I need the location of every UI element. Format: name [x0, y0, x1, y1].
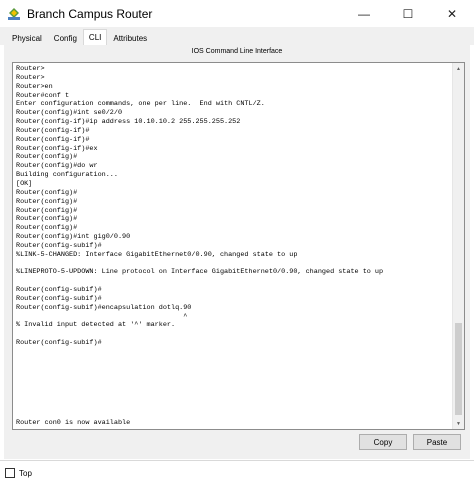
console-line: Router(config)#int se0/2/0 — [16, 109, 123, 118]
scroll-thumb[interactable] — [455, 323, 462, 415]
console-status-line: Router con0 is now available — [16, 419, 131, 427]
window-title: Branch Campus Router — [27, 6, 153, 21]
console-line: Router(config-if)# — [16, 126, 90, 135]
panel-title: IOS Command Line Interface — [191, 48, 283, 55]
console-line: Router(config)#int gig0/0.90 — [16, 233, 131, 242]
console-line: [OK] — [16, 179, 33, 188]
console-line: Router(config)# — [16, 197, 78, 206]
router-app-icon — [6, 6, 22, 22]
console-line: Router(config-if)#ip address 10.10.10.2 … — [16, 118, 241, 127]
console-line: Router(config)# — [16, 215, 78, 224]
console-line: Router#conf t — [16, 91, 70, 100]
console-line: Router> — [16, 73, 45, 82]
console-output: Router> Router> Router>en Router#conf t Ente… — [16, 65, 448, 348]
maximize-icon: ☐ — [402, 6, 414, 21]
console-line: Router(config-if)#ex — [16, 144, 98, 153]
cli-panel: IOS Command Line Interface Router> Router… — [4, 45, 470, 459]
console-line: Router(config)# — [16, 188, 78, 197]
console-line: Router(config-subif)# — [16, 294, 102, 303]
console-line: Router(config-subif)# — [16, 286, 102, 295]
tab-attributes[interactable]: Attributes — [107, 31, 154, 45]
console-line: Router(config)# — [16, 224, 78, 233]
console-line: Router> — [16, 65, 45, 73]
close-button[interactable]: ✕ — [430, 0, 474, 27]
copy-button[interactable]: Copy — [359, 434, 407, 450]
top-option[interactable]: Top — [5, 468, 32, 478]
console-line: Router(config)# — [16, 153, 78, 162]
title-bar: Branch Campus Router — ☐ ✕ — [0, 0, 474, 27]
console-line: Router(config)#do wr — [16, 162, 98, 171]
console-line: %LINEPROTO-5-UPDOWN: Line protocol on In… — [16, 268, 384, 277]
console-line: Router(config-if)# — [16, 135, 90, 144]
minimize-icon: — — [358, 6, 370, 21]
console-line: Router(config-subif)#encapsulation dotlq… — [16, 303, 192, 312]
tab-physical[interactable]: Physical — [6, 31, 48, 45]
console-line: % Invalid input detected at '^' marker. — [16, 321, 176, 330]
minimize-button[interactable]: — — [342, 0, 386, 27]
footer-divider — [0, 460, 474, 461]
tab-cli[interactable]: CLI — [82, 29, 108, 45]
top-checkbox[interactable] — [5, 468, 15, 478]
console-line: Router(config-subif)# — [16, 241, 102, 250]
console-line: Router(config)# — [16, 206, 78, 215]
top-label: Top — [19, 468, 32, 478]
maximize-button[interactable]: ☐ — [386, 0, 430, 27]
console-line: Router(config-subif)# — [16, 339, 102, 348]
tab-config[interactable]: Config — [47, 31, 83, 45]
console-line: Building configuration... — [16, 171, 118, 180]
console-line: Router>en — [16, 82, 53, 91]
scroll-up-icon[interactable]: ▲ — [453, 63, 464, 74]
close-icon: ✕ — [446, 6, 458, 21]
console-scrollbar[interactable]: ▲ ▼ — [452, 63, 464, 429]
console-line: Enter configuration commands, one per li… — [16, 100, 265, 109]
tab-list: Physical Config CLI Attributes — [6, 29, 154, 45]
scroll-down-icon[interactable]: ▼ — [453, 418, 464, 429]
console-line: %LINK-5-CHANGED: Interface GigabitEthern… — [16, 250, 298, 259]
paste-button[interactable]: Paste — [413, 434, 461, 450]
cli-console[interactable]: Router> Router> Router>en Router#conf t Ente… — [12, 62, 465, 430]
